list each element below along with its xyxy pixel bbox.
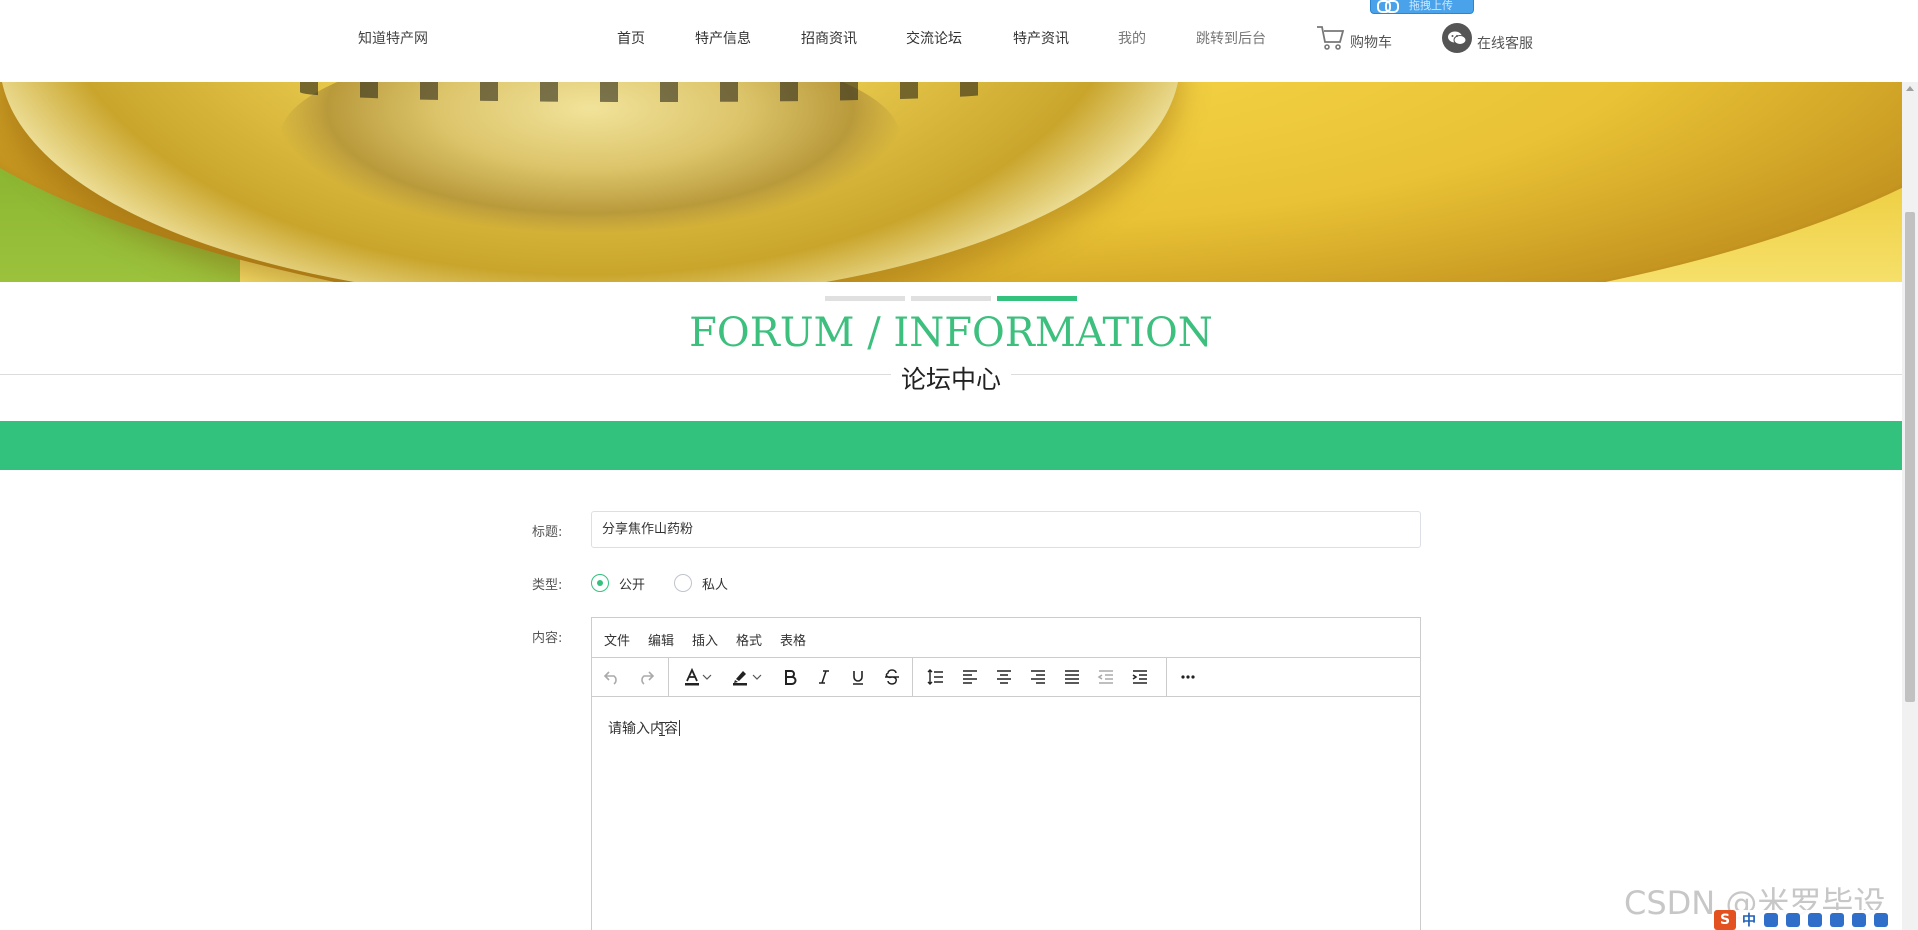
text-cursor-icon [659,722,665,736]
strikethrough-button[interactable] [878,664,906,690]
rich-text-editor: 文件 编辑 插入 格式 表格 请输入内容 [591,617,1421,930]
scroll-up-arrow-icon[interactable] [1906,86,1914,91]
underline-icon [853,671,863,685]
more-horizontal-icon [1181,675,1195,679]
radio-checked-icon [591,574,609,592]
ime-emoji-icon[interactable] [1786,913,1800,927]
line-height-button[interactable] [922,664,950,690]
title-input[interactable]: 分享焦作山药粉 [591,511,1421,548]
more-tools-button[interactable] [1174,664,1202,690]
type-radio-public[interactable]: 公开 [591,573,645,593]
align-left-button[interactable] [956,664,984,690]
italic-button[interactable] [810,664,838,690]
ime-skin-icon[interactable] [1852,913,1866,927]
italic-icon [819,670,829,684]
ime-keyboard-icon[interactable] [1830,913,1844,927]
undo-icon [603,671,617,685]
undo-button[interactable] [598,664,626,690]
redo-icon [641,671,655,685]
type-option-public: 公开 [619,577,646,593]
outdent-button[interactable] [1092,664,1120,690]
indent-button[interactable] [1126,664,1154,690]
editor-text: 请输入内容 [608,721,678,737]
align-center-button[interactable] [990,664,1018,690]
editor-menu-edit[interactable]: 编辑 [648,630,674,649]
text-caret [679,720,680,736]
editor-menu-table[interactable]: 表格 [780,630,806,649]
editor-menu-insert[interactable]: 插入 [692,630,718,649]
ime-toolbar[interactable]: S 中 [1714,910,1888,930]
strikethrough-icon [885,669,899,685]
indent-icon [1132,670,1147,684]
outdent-icon [1097,670,1113,684]
ime-punctuation-icon[interactable] [1764,913,1778,927]
editor-menu-format[interactable]: 格式 [736,630,762,649]
radio-unchecked-icon [674,574,692,592]
text-color-icon [685,668,699,686]
bold-icon [785,670,797,685]
align-justify-icon [1065,670,1079,684]
ime-toolbox-icon[interactable] [1874,913,1888,927]
line-height-icon [927,669,943,685]
editor-toolbar [592,658,1420,697]
page-scrollbar[interactable] [1902,82,1918,930]
redo-button[interactable] [632,664,660,690]
content-label: 内容: [532,631,563,646]
title-label: 标题: [532,525,563,540]
type-option-private: 私人 [702,577,729,593]
align-justify-button[interactable] [1058,664,1086,690]
text-color-dropdown[interactable] [700,664,714,690]
bold-button[interactable] [776,664,804,690]
sogou-ime-icon: S [1714,910,1736,930]
editor-content[interactable]: 请输入内容 [608,718,680,738]
ime-mode[interactable]: 中 [1742,910,1756,930]
type-label: 类型: [532,578,563,593]
post-form: 标题: 分享焦作山药粉 类型: 公开 私人 内容: 文件 编辑 插入 格式 表格 [0,0,1902,930]
chevron-down-icon [752,674,762,680]
align-center-icon [997,670,1011,684]
highlight-color-dropdown[interactable] [750,664,764,690]
type-radio-private[interactable]: 私人 [674,573,728,593]
align-right-icon [1031,670,1045,684]
align-right-button[interactable] [1024,664,1052,690]
highlighter-icon [733,671,747,686]
underline-button[interactable] [844,664,872,690]
align-left-icon [963,670,977,684]
editor-menu-file[interactable]: 文件 [604,630,630,649]
scrollbar-thumb[interactable] [1905,212,1915,702]
editor-menubar: 文件 编辑 插入 格式 表格 [592,618,1420,658]
ime-voice-icon[interactable] [1808,913,1822,927]
chevron-down-icon [702,674,712,680]
page: 知道特产网 首页 特产信息 招商资讯 交流论坛 特产资讯 我的 跳转到后台 购物… [0,0,1918,930]
